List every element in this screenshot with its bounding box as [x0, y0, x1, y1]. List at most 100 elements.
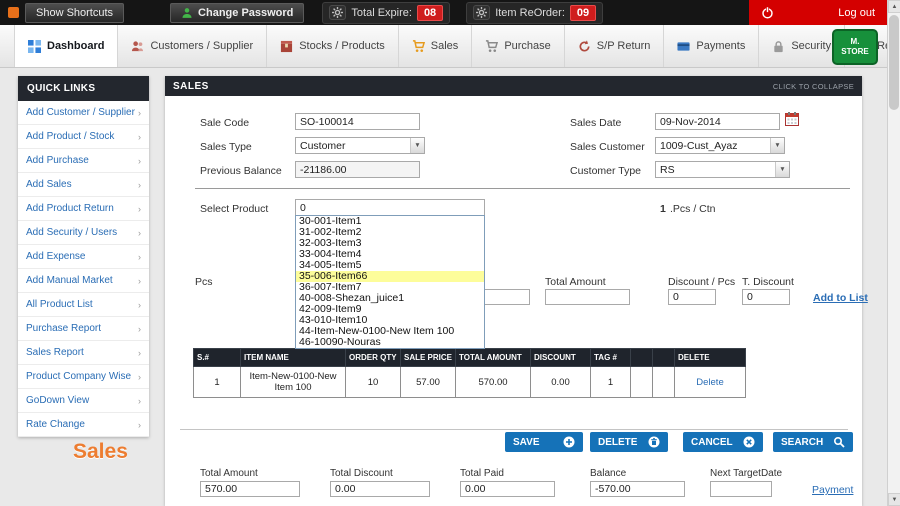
- sidebar-item-add-product-return[interactable]: Add Product Return ›: [18, 197, 149, 221]
- divider: [195, 188, 850, 189]
- dropdown-item[interactable]: 42-009-Item9: [296, 304, 484, 315]
- shortcuts-icon: [8, 7, 19, 18]
- select-product-input[interactable]: [295, 199, 485, 216]
- discount-pcs-input[interactable]: [668, 289, 716, 305]
- tab-label: Sales: [430, 40, 459, 52]
- payment-link[interactable]: Payment: [812, 484, 853, 496]
- sidebar-item-add-product-stock[interactable]: Add Product / Stock ›: [18, 125, 149, 149]
- total-discount-input[interactable]: [330, 481, 430, 497]
- table-header-cell: ITEM NAME: [240, 348, 346, 367]
- scroll-down-button[interactable]: ▼: [888, 493, 900, 506]
- arrow-down-icon: ▼: [891, 496, 898, 503]
- show-shortcuts-button[interactable]: Show Shortcuts: [25, 2, 125, 23]
- sales-form-body: Sale Code Sales Date Sales Type Customer…: [165, 96, 868, 506]
- dropdown-item[interactable]: 36-007-Item7: [296, 282, 484, 293]
- item-reorder-badge[interactable]: 09: [569, 4, 597, 21]
- tab-label: Payments: [696, 40, 746, 52]
- vertical-scrollbar[interactable]: ▲ ▼: [887, 0, 900, 506]
- cell-empty: [630, 366, 653, 398]
- logout-button[interactable]: Log out: [749, 0, 887, 25]
- dropdown-item[interactable]: 31-002-Item2: [296, 227, 484, 238]
- tab-payments[interactable]: Payments: [664, 25, 760, 67]
- line-total-amount-input[interactable]: [545, 289, 630, 305]
- tab-dashboard[interactable]: Dashboard: [14, 25, 119, 67]
- cell-discount: 0.00: [530, 366, 591, 398]
- add-to-list-link[interactable]: Add to List: [813, 292, 868, 304]
- sidebar-item-label: Purchase Report: [26, 323, 102, 334]
- tab-customers-supplier[interactable]: Customers / Supplier: [118, 25, 268, 67]
- sidebar-item-label: Add Purchase: [26, 155, 89, 166]
- sidebar-item-rate-change[interactable]: Rate Change ›: [18, 413, 149, 437]
- sales-date-input[interactable]: [655, 113, 780, 130]
- save-button[interactable]: SAVE: [505, 432, 583, 452]
- sidebar-item-label: Add Product Return: [26, 203, 114, 214]
- total-expire-label: Total Expire:: [351, 6, 412, 19]
- tab-sp-return[interactable]: S/P Return: [565, 25, 665, 67]
- cancel-button[interactable]: CANCEL: [683, 432, 763, 452]
- collapse-toggle[interactable]: CLICK TO COLLAPSE: [773, 82, 854, 91]
- trash-icon: [648, 436, 660, 448]
- dropdown-item[interactable]: 32-003-Item3: [296, 238, 484, 249]
- t-discount-label: T. Discount: [742, 276, 794, 288]
- search-icon: [833, 436, 845, 448]
- sale-code-input[interactable]: [295, 113, 420, 130]
- sidebar-item-godown-view[interactable]: GoDown View ›: [18, 389, 149, 413]
- sidebar-item-add-expense[interactable]: Add Expense ›: [18, 245, 149, 269]
- customers-icon: [131, 40, 144, 53]
- next-target-date-input[interactable]: [710, 481, 772, 497]
- tab-label: Security: [791, 40, 832, 52]
- scroll-up-button[interactable]: ▲: [888, 0, 900, 13]
- sales-customer-select[interactable]: 1009-Cust_Ayaz ▼: [655, 137, 785, 154]
- select-product-label: Select Product: [200, 203, 269, 215]
- main-nav: Dashboard Customers / Supplier Stocks / …: [0, 25, 900, 68]
- previous-balance-input[interactable]: [295, 161, 420, 178]
- dropdown-item[interactable]: 30-001-Item1: [296, 216, 484, 227]
- cell-sn: 1: [193, 366, 241, 398]
- balance-input[interactable]: [590, 481, 685, 497]
- delete-button[interactable]: DELETE: [590, 432, 668, 452]
- dropdown-item[interactable]: 34-005-Item5: [296, 260, 484, 271]
- table-header-cell: [630, 348, 653, 367]
- stocks-icon: [280, 40, 293, 53]
- tab-stocks-products[interactable]: Stocks / Products: [267, 25, 399, 67]
- cell-empty: [652, 366, 675, 398]
- total-expire-badge[interactable]: 08: [416, 4, 444, 21]
- sidebar-item-all-product-list[interactable]: All Product List ›: [18, 293, 149, 317]
- table-header-cell: ORDER QTY: [345, 348, 401, 367]
- dropdown-item-highlighted[interactable]: 35-006-Item66: [296, 271, 484, 282]
- sales-type-select[interactable]: Customer ▼: [295, 137, 425, 154]
- dropdown-item[interactable]: 40-008-Shezan_juice1: [296, 293, 484, 304]
- dropdown-item[interactable]: 44-Item-New-0100-New Item 100: [296, 326, 484, 337]
- page-title: SALES: [173, 80, 209, 92]
- row-delete-link[interactable]: Delete: [696, 377, 723, 388]
- sidebar-item-add-security-users[interactable]: Add Security / Users ›: [18, 221, 149, 245]
- t-discount-input[interactable]: [742, 289, 790, 305]
- customer-type-label: Customer Type: [570, 165, 642, 177]
- dropdown-item[interactable]: 43-010-Item10: [296, 315, 484, 326]
- search-button[interactable]: SEARCH: [773, 432, 853, 452]
- change-password-button[interactable]: Change Password: [170, 2, 305, 23]
- sidebar-item-add-sales[interactable]: Add Sales ›: [18, 173, 149, 197]
- total-paid-input[interactable]: [460, 481, 555, 497]
- sidebar-item-add-customer-supplier[interactable]: Add Customer / Supplier ›: [18, 101, 149, 125]
- sidebar-item-purchase-report[interactable]: Purchase Report ›: [18, 317, 149, 341]
- sales-customer-label: Sales Customer: [570, 141, 645, 153]
- chevron-right-icon: ›: [138, 371, 141, 382]
- total-amount-input[interactable]: [200, 481, 300, 497]
- app-window: Show Shortcuts Change Password Total Exp…: [0, 0, 900, 506]
- tab-sales[interactable]: Sales: [399, 25, 473, 67]
- sidebar-item-label: Add Product / Stock: [26, 131, 115, 142]
- sidebar-item-sales-report[interactable]: Sales Report ›: [18, 341, 149, 365]
- store-logo: M. STORE: [832, 29, 878, 65]
- sidebar-item-add-manual-market[interactable]: Add Manual Market ›: [18, 269, 149, 293]
- dropdown-item[interactable]: 33-004-Item4: [296, 249, 484, 260]
- customer-type-select[interactable]: RS ▼: [655, 161, 790, 178]
- chevron-right-icon: ›: [138, 155, 141, 166]
- calendar-icon[interactable]: [785, 112, 799, 131]
- arrow-up-icon: ▲: [891, 3, 898, 10]
- tab-purchase[interactable]: Purchase: [472, 25, 565, 67]
- sidebar-item-add-purchase[interactable]: Add Purchase ›: [18, 149, 149, 173]
- scrollbar-thumb[interactable]: [889, 15, 899, 110]
- sidebar-item-product-company-wise[interactable]: Product Company Wise ›: [18, 365, 149, 389]
- dropdown-item[interactable]: 46-10090-Nouras: [296, 337, 484, 348]
